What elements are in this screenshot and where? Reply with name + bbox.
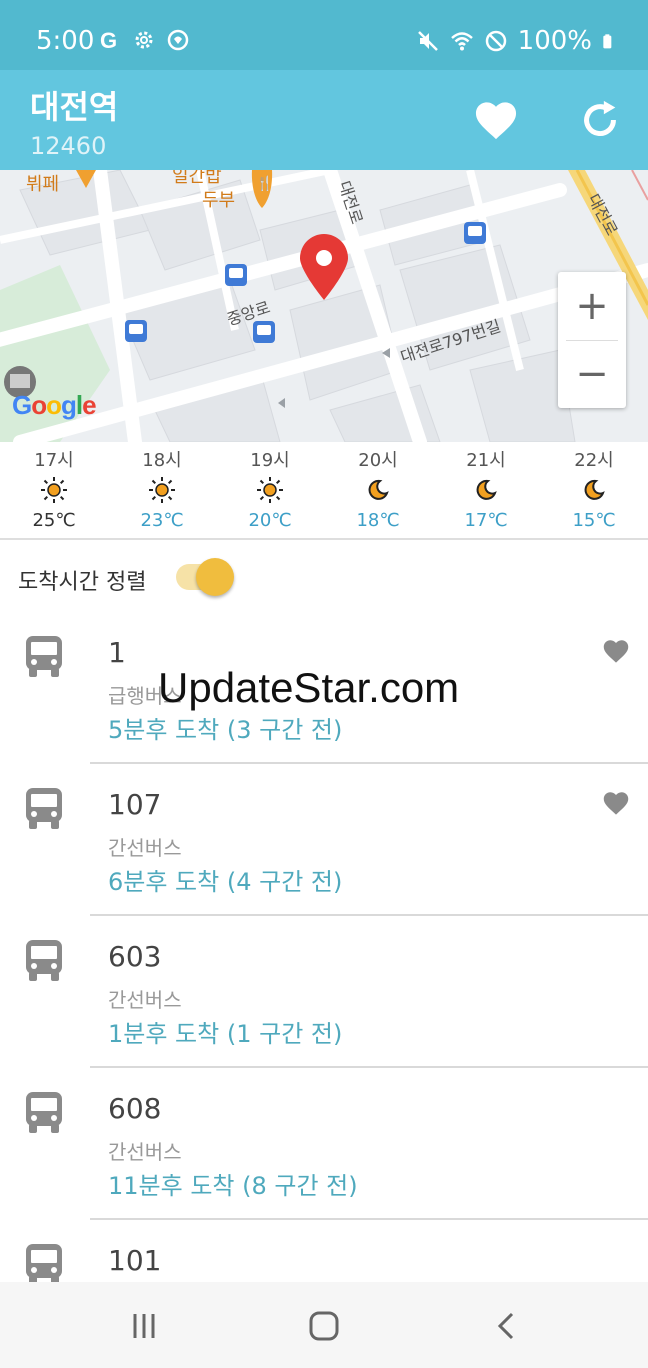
zoom-in-button[interactable]: + [558,272,626,340]
sun-icon [216,470,324,510]
weather-hour: 18시 [142,450,182,471]
svg-text:G: G [100,28,117,52]
weather-hour: 21시 [466,450,506,471]
wifi-icon [450,32,473,51]
google-icon: G [100,28,117,52]
back-button[interactable] [484,1304,528,1348]
weather-hour: 17시 [34,450,74,471]
bus-list: 1 급행버스 5분후 도착 (3 구간 전) 107 간선버스 6분후 도착 (… [0,612,648,1282]
weather-temp: 25℃ [32,510,76,531]
bus-stop-marker [225,264,247,286]
bus-list-item[interactable]: 603 간선버스 1분후 도착 (1 구간 전) [0,916,648,1068]
navigation-bar [0,1282,648,1368]
bus-icon [26,1092,62,1133]
do-not-disturb-icon [485,30,506,52]
recent-apps-button[interactable] [122,1304,166,1348]
bus-list-item[interactable]: 101 [0,1220,648,1282]
sort-label: 도착시간 정렬 [18,570,147,595]
bus-type: 간선버스 [108,988,182,1012]
bus-number: 603 [108,940,162,973]
watermark: UpdateStar.com [158,664,460,711]
map-background: 🍴 [0,170,648,442]
weather-hour: 22시 [574,450,614,471]
home-button[interactable] [302,1304,346,1348]
bus-icon [26,1244,62,1282]
settings-icon [135,31,153,49]
zoom-divider [566,340,618,341]
bus-number: 1 [108,636,126,669]
bus-arrival: 6분후 도착 (4 구간 전) [108,868,343,896]
bus-icon [26,940,62,981]
refresh-icon [584,100,616,137]
sort-toggle-knob[interactable] [196,558,234,596]
moon-icon [540,470,648,510]
heart-icon[interactable] [602,638,630,664]
weather-hour: 19시 [250,450,290,471]
app-bar: 대전역 12460 [0,70,648,170]
weather-item: 22시 15℃ [540,442,648,532]
station-id: 12460 [30,132,107,160]
map-label-restaurant: 두부 [202,190,236,211]
bus-arrival: 5분후 도착 (3 구간 전) [108,716,343,744]
weather-temp: 17℃ [464,510,508,531]
weather-item: 20시 18℃ [324,442,432,532]
heart-icon [475,102,517,140]
back-icon [497,1312,514,1340]
bus-arrival: 11분후 도착 (8 구간 전) [108,1172,358,1200]
zoom-out-button[interactable]: − [558,340,626,408]
heart-icon[interactable] [602,790,630,816]
bus-type: 간선버스 [108,1140,182,1164]
bus-number: 101 [108,1244,162,1277]
favorite-station-button[interactable] [468,92,524,148]
map-label-cafe: 뷔페 [26,174,60,195]
weather-temp: 18℃ [356,510,400,531]
sun-icon [108,470,216,510]
weather-temp: 23℃ [140,510,184,531]
status-left-icons: G [98,28,190,52]
sort-row: 도착시간 정렬 [0,542,648,612]
weather-item: 17시 25℃ [0,442,108,532]
weather-temp: 20℃ [248,510,292,531]
svg-text:🍴: 🍴 [256,175,273,192]
sun-icon [0,470,108,510]
weather-forecast: 17시 25℃ 18시 23℃ 19시 20℃ 20시 18℃ 21시 17℃ … [0,442,648,540]
zoom-control: + − [558,272,626,408]
weather-item: 21시 17℃ [432,442,540,532]
refresh-button[interactable] [572,92,628,148]
bus-list-item[interactable]: 107 간선버스 6분후 도착 (4 구간 전) [0,764,648,916]
map-view[interactable]: 🍴 뷔페 일간밥 두부 대전로 대전로 중앙로 대전로797번길 Google … [0,170,648,442]
moon-icon [432,470,540,510]
bus-list-item[interactable]: 608 간선버스 11분후 도착 (8 구간 전) [0,1068,648,1220]
weather-temp: 15℃ [572,510,616,531]
bus-number: 107 [108,788,162,821]
bus-icon [26,636,62,677]
recent-apps-icon [133,1314,155,1338]
home-icon [309,1311,339,1341]
moon-icon [324,470,432,510]
weather-item: 19시 20℃ [216,442,324,532]
bus-number: 608 [108,1092,162,1125]
bus-arrival: 1분후 도착 (1 구간 전) [108,1020,343,1048]
mute-icon [417,31,438,51]
battery-percent: 100% [517,26,592,56]
app-notification-icon [167,29,189,51]
weather-item: 18시 23℃ [108,442,216,532]
status-right: 100% [416,26,618,56]
google-logo: Google [12,390,97,420]
status-time: 5:00 [36,26,95,56]
weather-hour: 20시 [358,450,398,471]
station-name: 대전역 [30,88,119,126]
battery-icon [603,34,612,49]
bus-icon [26,788,62,829]
bus-type: 간선버스 [108,836,182,860]
